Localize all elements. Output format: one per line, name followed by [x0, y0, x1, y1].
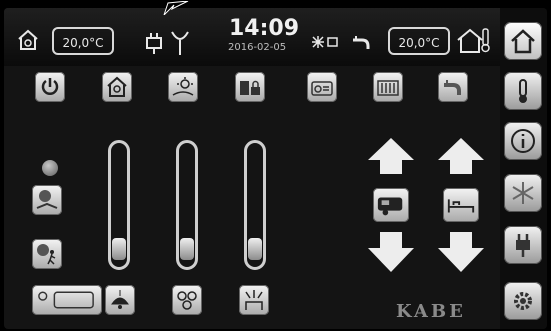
home-icon [511, 29, 535, 54]
bed-up-arrow[interactable] [436, 136, 486, 180]
awning-up-arrow[interactable] [366, 136, 416, 180]
caravan-icon [377, 197, 403, 216]
control-panel-screen: 20,0°C 14:09 2016-02-05 20,0°C KABE [4, 8, 547, 329]
sidebar-item-temperature[interactable] [504, 72, 542, 110]
heater-button[interactable] [373, 72, 403, 102]
outdoor-light-button[interactable] [168, 72, 198, 102]
radio-icon [311, 81, 333, 96]
house-light-icon [107, 76, 127, 97]
gear-icon [514, 292, 532, 310]
spot-lights-slider[interactable] [176, 140, 198, 270]
snowflake-icon [512, 182, 534, 204]
ceiling-lamp-slider[interactable] [108, 140, 130, 270]
home-temp-icon [16, 28, 40, 56]
ceiling-lamp-button[interactable] [105, 285, 135, 315]
slider-knob[interactable] [180, 238, 194, 261]
awning-light-icon [38, 291, 94, 309]
info-icon [511, 129, 535, 153]
antenna-icon [170, 30, 190, 60]
sidebar-item-home[interactable] [504, 22, 542, 60]
bed-lift-button[interactable] [443, 188, 479, 222]
spot-lights-button[interactable] [172, 285, 202, 315]
shore-power-icon [144, 30, 164, 60]
water-icon [444, 80, 461, 95]
sidebar-item-settings[interactable] [504, 282, 542, 320]
ceiling-lamp-icon [111, 290, 129, 309]
motion-sensor-button[interactable] [32, 239, 62, 269]
bed-light-button[interactable] [32, 185, 62, 215]
ambient-light-button[interactable] [239, 285, 269, 315]
inside-temp-display[interactable]: 20,0°C [52, 27, 114, 55]
water-tap-icon [350, 30, 372, 56]
slider-knob[interactable] [112, 238, 126, 261]
clock: 14:09 [229, 16, 300, 41]
sidebar-item-power[interactable] [504, 226, 542, 264]
thermometer-icon [519, 79, 527, 103]
spot-lights-icon [177, 291, 197, 310]
sidebar-item-info[interactable] [504, 122, 542, 160]
bed-down-arrow[interactable] [436, 230, 486, 278]
status-led [42, 160, 58, 176]
date: 2016-02-05 [228, 42, 287, 53]
outside-house-thermometer-icon [456, 26, 492, 58]
power-icon [41, 78, 59, 95]
battery-lock-icon [240, 80, 260, 95]
sidebar-item-climate[interactable] [504, 174, 542, 212]
sidebar [500, 8, 547, 329]
water-button[interactable] [438, 72, 468, 102]
awning-down-arrow[interactable] [366, 230, 416, 278]
outdoor-light-icon [172, 77, 194, 96]
bed-icon [447, 199, 475, 213]
power-button[interactable] [35, 72, 65, 102]
slider-knob[interactable] [248, 238, 262, 261]
kabe-logo: KABE [396, 301, 466, 322]
ambient-light-slider[interactable] [244, 140, 266, 270]
heater-icon [377, 80, 399, 96]
plug-icon [516, 234, 530, 257]
radio-button[interactable] [307, 72, 337, 102]
caravan-awning-button[interactable] [373, 188, 409, 222]
status-bar: 20,0°C 14:09 2016-02-05 20,0°C [4, 8, 500, 66]
ambient-light-icon [245, 290, 263, 310]
awning-light-button[interactable] [32, 285, 102, 315]
house-light-button[interactable] [102, 72, 132, 102]
motion-sensor-icon [37, 244, 56, 265]
outside-temp-display[interactable]: 20,0°C [388, 27, 450, 55]
ac-power-icon [310, 32, 340, 56]
battery-lock-button[interactable] [235, 72, 265, 102]
pointer-arrow-icon [162, 0, 190, 19]
bed-light-icon [36, 190, 58, 209]
